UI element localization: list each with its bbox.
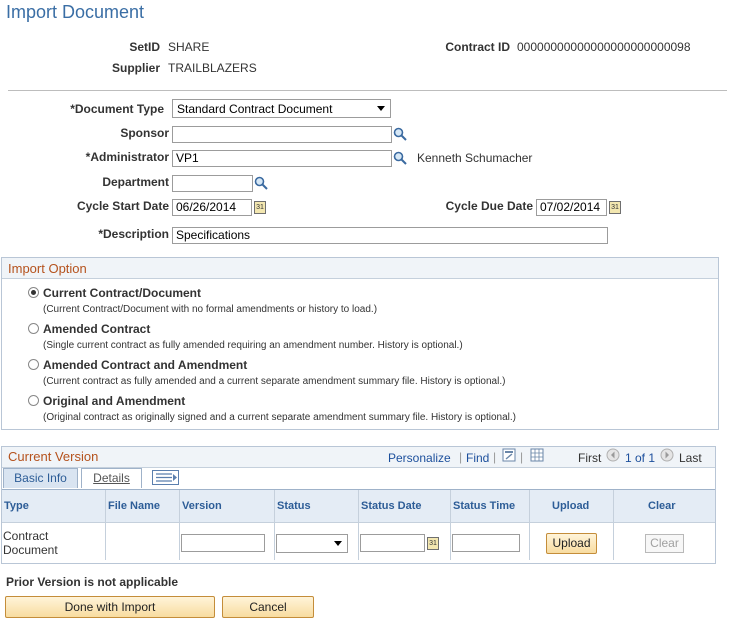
grid: Type File Name Version Status Status Dat… bbox=[2, 489, 715, 563]
column-divider bbox=[179, 490, 180, 560]
department-label: Department bbox=[102, 175, 169, 189]
import-option-header: Import Option bbox=[2, 258, 718, 279]
cycle-due-calendar-icon[interactable]: 31 bbox=[609, 201, 621, 214]
status-time-input[interactable] bbox=[452, 534, 520, 552]
option-amended-contract-desc: (Single current contract as fully amende… bbox=[43, 340, 463, 351]
next-icon[interactable] bbox=[660, 448, 674, 462]
radio-amended-contract-amendment[interactable] bbox=[28, 359, 39, 370]
sponsor-input[interactable] bbox=[172, 126, 392, 143]
option-current-contract-desc: (Current Contract/Document with no forma… bbox=[43, 304, 378, 315]
description-input[interactable]: Specifications bbox=[172, 227, 608, 244]
administrator-name: Kenneth Schumacher bbox=[417, 151, 533, 165]
previous-icon[interactable] bbox=[606, 448, 620, 462]
column-header-status-time: Status Time bbox=[453, 500, 516, 512]
column-header-upload: Upload bbox=[552, 500, 590, 512]
column-divider bbox=[358, 490, 359, 560]
upload-button[interactable]: Upload bbox=[546, 533, 597, 554]
document-type-select[interactable]: Standard Contract Document bbox=[172, 99, 391, 118]
administrator-input[interactable]: VP1 bbox=[172, 150, 392, 167]
pager-count: 1 of 1 bbox=[625, 451, 656, 465]
column-divider bbox=[105, 490, 106, 560]
column-divider bbox=[529, 490, 530, 560]
done-with-import-button[interactable]: Done with Import bbox=[5, 596, 215, 618]
row-type: Contract Document bbox=[3, 529, 58, 557]
chevron-down-icon bbox=[334, 541, 342, 546]
view-all-icon[interactable] bbox=[502, 448, 516, 462]
column-header-status: Status bbox=[277, 500, 311, 512]
column-header-status-date: Status Date bbox=[361, 500, 422, 512]
setid-value: SHARE bbox=[168, 40, 210, 54]
column-divider bbox=[613, 490, 614, 560]
pager-last[interactable]: Last bbox=[679, 451, 702, 465]
supplier-value: TRAILBLAZERS bbox=[168, 61, 257, 75]
pager-first[interactable]: First bbox=[578, 451, 601, 465]
show-all-columns-icon[interactable] bbox=[152, 470, 179, 485]
version-input[interactable] bbox=[181, 534, 265, 552]
separator: | bbox=[493, 450, 497, 464]
cycle-start-label: Cycle Start Date bbox=[76, 199, 169, 213]
separator: | bbox=[520, 450, 524, 464]
page-title: Import Document bbox=[6, 2, 145, 22]
current-version-title: Current Version bbox=[8, 449, 99, 464]
radio-amended-contract[interactable] bbox=[28, 323, 39, 334]
option-amended-contract-amendment-label: Amended Contract and Amendment bbox=[43, 358, 248, 372]
contract-id-value: 00000000000000000000000098 bbox=[517, 40, 691, 54]
find-link[interactable]: Find bbox=[466, 451, 489, 465]
sponsor-lookup-magnifier-icon[interactable] bbox=[392, 126, 408, 142]
option-original-amendment-desc: (Original contract as originally signed … bbox=[43, 412, 516, 423]
cancel-button[interactable]: Cancel bbox=[222, 596, 314, 618]
sponsor-label: Sponsor bbox=[120, 126, 169, 140]
clear-button[interactable]: Clear bbox=[645, 534, 684, 553]
download-grid-icon[interactable] bbox=[530, 448, 544, 462]
option-current-contract-label: Current Contract/Document bbox=[43, 286, 202, 300]
option-amended-contract-label: Amended Contract bbox=[43, 322, 151, 336]
setid-label: SetID bbox=[129, 40, 160, 54]
status-date-input[interactable] bbox=[360, 534, 425, 552]
column-header-version: Version bbox=[182, 500, 222, 512]
cycle-start-input[interactable]: 06/26/2014 bbox=[172, 199, 252, 216]
tab-details[interactable]: Details bbox=[81, 468, 142, 488]
personalize-link[interactable]: Personalize bbox=[388, 451, 451, 465]
column-divider bbox=[274, 490, 275, 560]
department-lookup-magnifier-icon[interactable] bbox=[253, 175, 269, 191]
prior-version-message: Prior Version is not applicable bbox=[6, 575, 179, 589]
import-option-title: Import Option bbox=[8, 261, 87, 276]
status-date-calendar-icon[interactable]: 31 bbox=[427, 537, 439, 550]
radio-original-amendment[interactable] bbox=[28, 395, 39, 406]
option-amended-contract-amendment-desc: (Current contract as fully amended and a… bbox=[43, 376, 506, 387]
department-input[interactable] bbox=[172, 175, 253, 192]
cycle-due-label: Cycle Due Date bbox=[445, 199, 533, 213]
column-divider bbox=[450, 490, 451, 560]
administrator-lookup-magnifier-icon[interactable] bbox=[392, 150, 408, 166]
document-type-label: *Document Type bbox=[70, 102, 164, 116]
administrator-label: *Administrator bbox=[85, 150, 169, 164]
cycle-start-calendar-icon[interactable]: 31 bbox=[254, 201, 266, 214]
status-select[interactable] bbox=[276, 534, 348, 553]
contract-id-label: Contract ID bbox=[445, 40, 510, 54]
supplier-label: Supplier bbox=[111, 61, 160, 75]
chevron-down-icon bbox=[377, 106, 385, 111]
document-type-value: Standard Contract Document bbox=[177, 102, 333, 116]
tab-basic-info[interactable]: Basic Info bbox=[3, 468, 78, 488]
separator: | bbox=[459, 450, 463, 464]
divider bbox=[8, 90, 727, 91]
cycle-due-input[interactable]: 07/02/2014 bbox=[536, 199, 607, 216]
column-header-clear: Clear bbox=[648, 500, 676, 512]
column-header-file-name: File Name bbox=[108, 500, 160, 512]
radio-current-contract[interactable] bbox=[28, 287, 39, 298]
column-header-type: Type bbox=[4, 500, 29, 512]
option-original-amendment-label: Original and Amendment bbox=[43, 394, 186, 408]
description-label: *Description bbox=[98, 227, 169, 241]
